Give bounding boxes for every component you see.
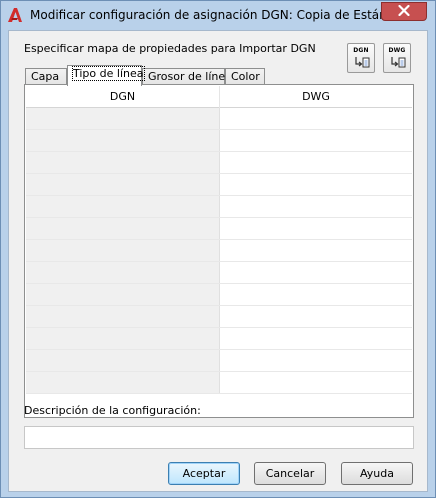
dwg-import-button[interactable]: DWG [383, 43, 411, 73]
window-title: Modificar configuración de asignación DG… [30, 8, 407, 22]
dgn-import-icon [354, 56, 370, 72]
dwg-cell[interactable] [219, 218, 412, 239]
dgn-cell[interactable] [26, 240, 219, 261]
dgn-cell[interactable] [26, 350, 219, 371]
table-header: DGN DWG [26, 86, 412, 108]
table-row[interactable] [26, 328, 412, 350]
tab-panel: DGN DWG [24, 84, 414, 418]
dwg-cell[interactable] [219, 350, 412, 371]
help-button[interactable]: Ayuda [341, 462, 413, 485]
mapping-table[interactable]: DGN DWG [26, 86, 412, 394]
table-row[interactable] [26, 196, 412, 218]
table-row[interactable] [26, 130, 412, 152]
dialog-body: Especificar mapa de propiedades para Imp… [8, 30, 428, 492]
dgn-import-button[interactable]: DGN [347, 43, 375, 73]
column-header-dgn[interactable]: DGN [26, 86, 219, 108]
dgn-button-label: DGN [353, 47, 369, 54]
dwg-cell[interactable] [219, 130, 412, 151]
description-label: Descripción de la configuración: [24, 404, 201, 417]
dgn-cell[interactable] [26, 108, 219, 129]
close-button[interactable] [381, 2, 427, 21]
tab-tipo-de-linea[interactable]: Tipo de línea [67, 65, 145, 86]
table-row[interactable] [26, 284, 412, 306]
dwg-cell[interactable] [219, 196, 412, 217]
tab-label: Capa [31, 70, 60, 83]
dgn-cell[interactable] [26, 152, 219, 173]
dgn-cell[interactable] [26, 130, 219, 151]
dwg-cell[interactable] [219, 108, 412, 129]
dwg-cell[interactable] [219, 262, 412, 283]
close-icon [398, 4, 410, 19]
column-header-dwg[interactable]: DWG [220, 86, 412, 108]
table-row[interactable] [26, 372, 412, 394]
table-row[interactable] [26, 108, 412, 130]
dgn-cell[interactable] [26, 174, 219, 195]
dwg-button-label: DWG [388, 47, 406, 54]
dgn-cell[interactable] [26, 372, 219, 393]
page-title: Especificar mapa de propiedades para Imp… [24, 42, 316, 55]
dialog-window: Modificar configuración de asignación DG… [0, 0, 436, 498]
dwg-cell[interactable] [219, 284, 412, 305]
table-row[interactable] [26, 152, 412, 174]
dwg-cell[interactable] [219, 328, 412, 349]
description-field[interactable] [24, 426, 414, 449]
dgn-cell[interactable] [26, 218, 219, 239]
dwg-cell[interactable] [219, 372, 412, 393]
dgn-cell[interactable] [26, 328, 219, 349]
dwg-cell[interactable] [219, 306, 412, 327]
table-row[interactable] [26, 218, 412, 240]
title-bar[interactable]: Modificar configuración de asignación DG… [1, 1, 435, 29]
tab-grosor-de-linea[interactable]: Grosor de línea [142, 68, 232, 85]
table-row[interactable] [26, 306, 412, 328]
tab-label: Grosor de línea [148, 70, 232, 83]
dgn-cell[interactable] [26, 196, 219, 217]
dgn-cell[interactable] [26, 262, 219, 283]
tab-label: Tipo de línea [72, 66, 145, 81]
dwg-cell[interactable] [219, 240, 412, 261]
dwg-cell[interactable] [219, 152, 412, 173]
accept-button[interactable]: Aceptar [168, 462, 240, 485]
cancel-button[interactable]: Cancelar [254, 462, 326, 485]
table-row[interactable] [26, 240, 412, 262]
dgn-cell[interactable] [26, 284, 219, 305]
dwg-cell[interactable] [219, 174, 412, 195]
dgn-cell[interactable] [26, 306, 219, 327]
autocad-icon[interactable] [7, 7, 23, 23]
table-row[interactable] [26, 350, 412, 372]
table-row[interactable] [26, 174, 412, 196]
table-row[interactable] [26, 262, 412, 284]
tab-color[interactable]: Color [225, 68, 265, 85]
tab-label: Color [231, 70, 260, 83]
tab-capa[interactable]: Capa [25, 68, 67, 85]
dwg-import-icon [390, 56, 406, 72]
